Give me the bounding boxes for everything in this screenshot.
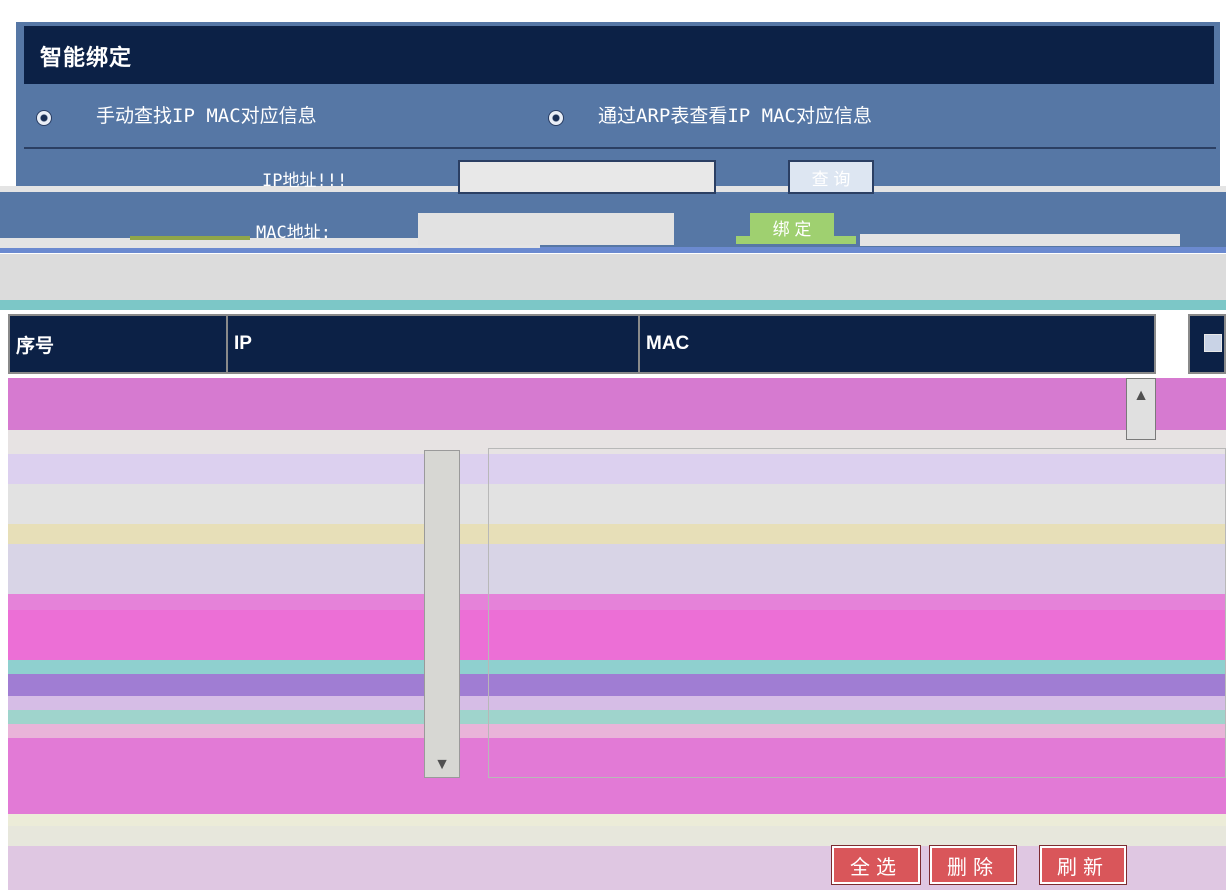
mac-column-frame (488, 448, 1226, 778)
page-title: 智能绑定 (40, 46, 133, 71)
column-header-ip: IP (234, 333, 252, 354)
mac-input[interactable] (418, 213, 674, 245)
refresh-button[interactable]: 刷新 (1039, 845, 1127, 885)
arrow-down-icon[interactable]: ▼ (424, 754, 460, 776)
radio-manual[interactable] (36, 110, 52, 126)
table-row (8, 814, 1226, 826)
glitch-band-teal (0, 300, 1226, 310)
divider (24, 147, 1216, 149)
radio-arp[interactable] (548, 110, 564, 126)
arrow-up-icon[interactable]: ▲ (1126, 384, 1156, 408)
glitch-seg (130, 236, 250, 240)
panel-title-bar (24, 26, 1214, 84)
mac-label: MAC地址: (256, 223, 331, 243)
glitch-band-gray (0, 254, 1226, 302)
bind-button[interactable]: 绑 定 (750, 213, 834, 241)
select-all-button[interactable]: 全选 (831, 845, 921, 885)
column-header-index: 序号 (16, 335, 55, 357)
radio-arp-label: 通过ARP表查看IP MAC对应信息 (598, 105, 872, 127)
table-row (8, 826, 1226, 846)
delete-button[interactable]: 删除 (929, 845, 1017, 885)
query-button[interactable]: 查 询 (788, 160, 874, 194)
ip-label: IP地址!!! (262, 171, 348, 191)
column-header-mac: MAC (646, 333, 690, 354)
radio-manual-label: 手动查找IP MAC对应信息 (96, 105, 317, 127)
image-icon[interactable] (1204, 334, 1222, 352)
ip-input[interactable] (458, 160, 716, 194)
column-scrollbar[interactable] (424, 450, 460, 778)
glitch-seg (860, 234, 1180, 246)
